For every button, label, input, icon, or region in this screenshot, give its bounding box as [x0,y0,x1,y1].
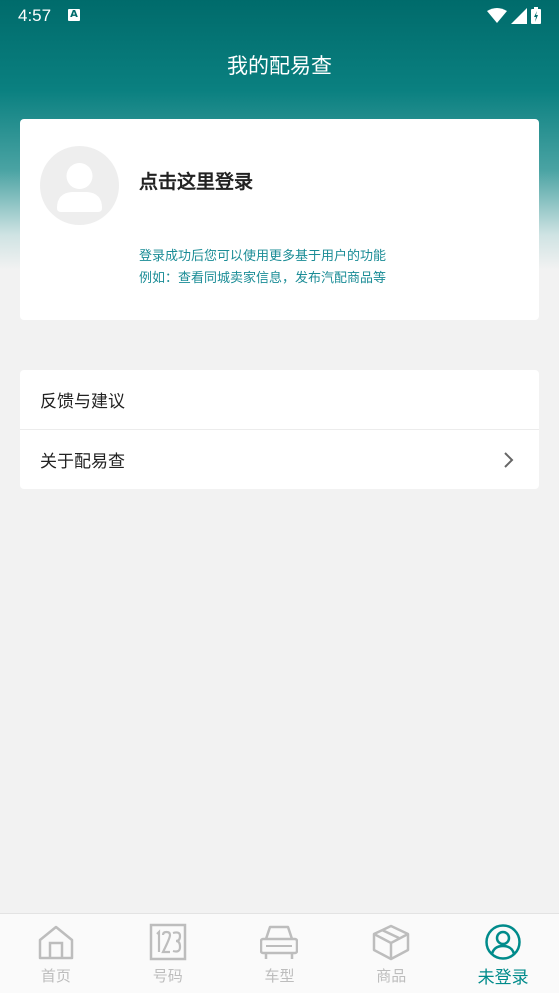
signal-icon [511,7,527,24]
page-title: 我的配易查 [227,54,332,78]
menu-item-label: 反馈与建议 [40,392,125,412]
tab-label: 未登录 [477,968,529,988]
chevron-right-icon [504,451,514,468]
tab-label: 商品 [376,967,407,985]
box-icon [373,924,410,961]
login-description: 登录成功后您可以使用更多基于用户的功能 例如：查看同城卖家信息，发布汽配商品等 [139,246,386,290]
menu-item-feedback[interactable]: 反馈与建议 [20,370,539,429]
number-icon [149,923,186,961]
avatar[interactable] [40,146,119,225]
tab-label: 首页 [40,967,71,985]
menu-item-label: 关于配易查 [40,452,125,472]
tab-label: 车型 [264,967,295,985]
bottom-tab-bar: 首页 号码 车型 商品 未登录 [0,913,559,993]
user-icon [485,924,521,960]
menu-item-about[interactable]: 关于配易查 [20,429,539,489]
wifi-icon [487,7,507,23]
login-card[interactable]: 点击这里登录 登录成功后您可以使用更多基于用户的功能 例如：查看同城卖家信息，发… [20,119,539,320]
battery-icon [531,7,541,24]
home-icon [38,925,74,960]
status-time: 4:57 [18,6,52,25]
car-icon [260,925,299,959]
default-avatar-icon [57,163,102,212]
settings-menu: 反馈与建议 关于配易查 [20,370,539,489]
login-description-line1: 登录成功后您可以使用更多基于用户的功能 [139,249,387,264]
tab-profile[interactable]: 未登录 [447,914,559,993]
notification-icon: A [68,9,80,21]
status-icons [487,7,541,24]
login-prompt[interactable]: 点击这里登录 [139,167,253,194]
tab-car-model[interactable]: 车型 [224,914,336,993]
login-description-line2: 例如：查看同城卖家信息，发布汽配商品等 [139,271,387,286]
status-bar: 4:57 A [0,0,559,32]
tab-label: 号码 [152,967,183,985]
tab-number[interactable]: 号码 [112,914,224,993]
tab-home[interactable]: 首页 [0,914,112,993]
tab-products[interactable]: 商品 [335,914,447,993]
